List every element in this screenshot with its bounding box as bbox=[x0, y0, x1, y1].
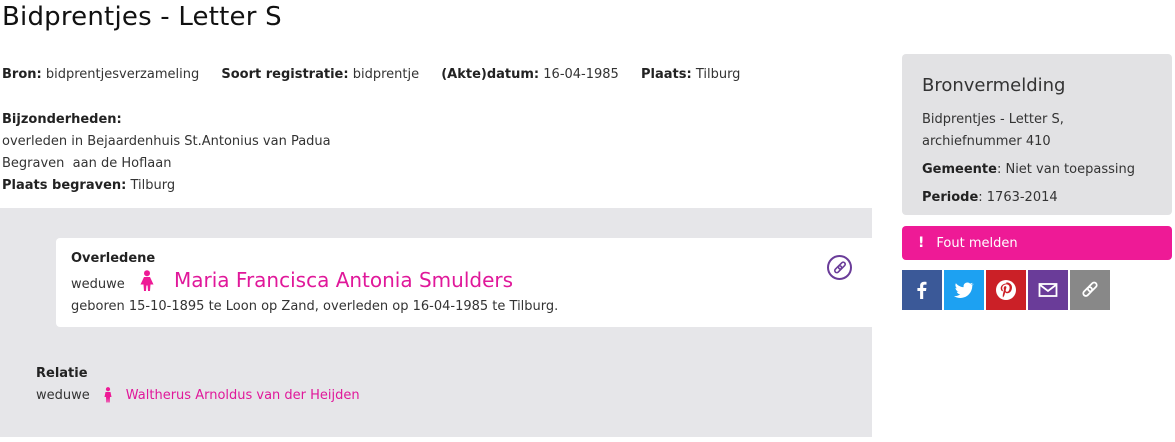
exclamation-icon: ! bbox=[918, 235, 925, 251]
relation-row: weduwe Waltherus Arnoldus van der Heijde… bbox=[36, 387, 360, 403]
gemeente: Gemeente: Niet van toepassing bbox=[922, 159, 1152, 181]
share-buttons bbox=[902, 270, 1110, 310]
meta-bron-value: bidprentjesverzameling bbox=[45, 67, 200, 82]
relation-status: weduwe bbox=[36, 387, 90, 403]
pinterest-icon bbox=[996, 280, 1016, 300]
person-role: Overledene bbox=[71, 251, 156, 266]
person-name-link[interactable]: Maria Francisca Antonia Smulders bbox=[174, 268, 513, 292]
meta-bron: Bron: bidprentjesverzameling bbox=[2, 67, 199, 82]
gemeente-label: Gemeente bbox=[922, 162, 997, 177]
share-mail-button[interactable] bbox=[1028, 270, 1068, 310]
meta-plaats-label: Plaats: bbox=[640, 67, 692, 82]
relation-heading: Relatie bbox=[36, 366, 88, 381]
meta-row: Bron: bidprentjesverzameling Soort regis… bbox=[2, 67, 758, 82]
periode-label: Periode bbox=[922, 190, 979, 205]
source-reference-text: Bidprentjes - Letter S, archiefnummer 41… bbox=[922, 112, 1064, 149]
mail-icon bbox=[1038, 283, 1058, 297]
burial-place-label: Plaats begraven: bbox=[2, 178, 127, 193]
relation-name-link[interactable]: Waltherus Arnoldus van der Heijden bbox=[126, 388, 360, 403]
source-reference-title: Bronvermelding bbox=[922, 75, 1066, 96]
share-twitter-button[interactable] bbox=[944, 270, 984, 310]
link-icon bbox=[1082, 281, 1098, 297]
source-reference-box: Bronvermelding Bidprentjes - Letter S, a… bbox=[902, 54, 1172, 215]
facebook-icon bbox=[917, 281, 927, 299]
meta-soort: Soort registratie: bidprentje bbox=[221, 67, 419, 82]
meta-bron-label: Bron: bbox=[2, 67, 42, 82]
burial-place: Plaats begraven: Tilburg bbox=[2, 175, 331, 197]
meta-soort-label: Soort registratie: bbox=[221, 67, 349, 82]
gemeente-value: : Niet van toepassing bbox=[996, 162, 1135, 177]
details-heading: Bijzonderheden: bbox=[2, 112, 122, 127]
meta-plaats-value: Tilburg bbox=[695, 67, 741, 82]
meta-soort-value: bidprentje bbox=[352, 67, 420, 82]
person-status: weduwe bbox=[71, 277, 125, 292]
meta-datum-value: 16-04-1985 bbox=[543, 67, 619, 82]
permalink-icon[interactable] bbox=[827, 255, 852, 280]
periode: Periode: 1763-2014 bbox=[922, 187, 1152, 209]
report-error-label: Fout melden bbox=[936, 235, 1018, 251]
female-icon bbox=[140, 270, 154, 291]
twitter-icon bbox=[953, 282, 975, 298]
burial-place-value: Tilburg bbox=[130, 178, 176, 193]
chain-link-icon bbox=[833, 260, 846, 273]
meta-plaats: Plaats: Tilburg bbox=[641, 67, 740, 82]
person-life-events: geboren 15-10-1895 te Loon op Zand, over… bbox=[71, 299, 559, 314]
report-error-button[interactable]: ! Fout melden bbox=[902, 226, 1172, 260]
details-section: Bijzonderheden: overleden in Bejaardenhu… bbox=[2, 109, 331, 197]
relation-section: Relatie weduwe Waltherus Arnoldus van de… bbox=[36, 366, 360, 403]
share-pinterest-button[interactable] bbox=[986, 270, 1026, 310]
details-line-1: overleden in Bejaardenhuis St.Antonius v… bbox=[2, 134, 331, 149]
meta-datum-label: (Akte)datum: bbox=[441, 67, 540, 82]
copy-link-button[interactable] bbox=[1070, 270, 1110, 310]
meta-datum: (Akte)datum: 16-04-1985 bbox=[441, 67, 619, 82]
male-icon bbox=[104, 387, 112, 403]
page-title: Bidprentjes - Letter S bbox=[2, 2, 282, 32]
periode-value: : 1763-2014 bbox=[978, 190, 1058, 205]
person-card: Overledene weduwe Maria Francisca Antoni… bbox=[56, 238, 872, 327]
share-facebook-button[interactable] bbox=[902, 270, 942, 310]
details-line-2: Begraven aan de Hoflaan bbox=[2, 156, 172, 171]
